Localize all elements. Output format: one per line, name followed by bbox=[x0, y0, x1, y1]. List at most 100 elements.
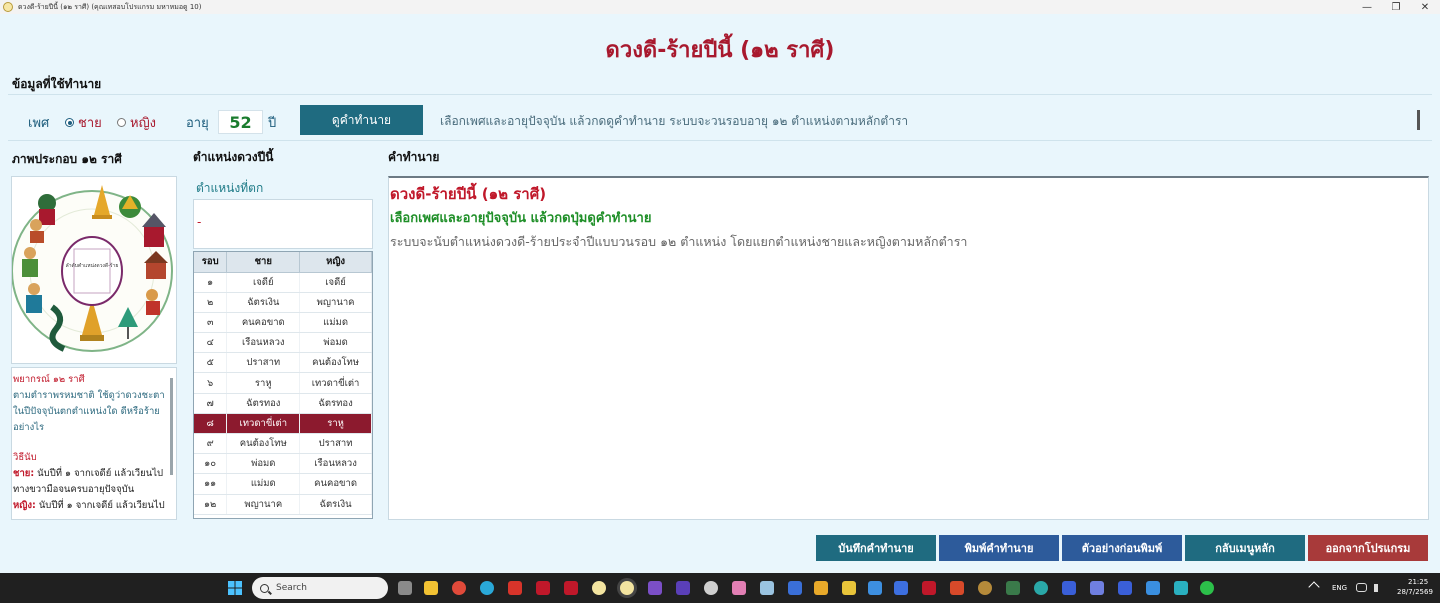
edge-icon[interactable] bbox=[480, 581, 494, 595]
table-row[interactable]: ๘เทวดาขี่เต่า ราหู bbox=[194, 413, 372, 435]
cell-round: ๑ bbox=[194, 272, 228, 293]
app-icon-3[interactable] bbox=[564, 581, 578, 595]
app-icon-9[interactable] bbox=[922, 581, 936, 595]
col-female-header[interactable]: หญิง bbox=[299, 252, 372, 273]
cell-female: พญานาค bbox=[299, 292, 372, 313]
minimize-button[interactable]: — bbox=[1352, 0, 1382, 14]
app-icon-2[interactable] bbox=[536, 581, 550, 595]
line-icon[interactable] bbox=[1200, 581, 1214, 595]
result-body: ระบบจะนับตำแหน่งดวงดี-ร้ายประจำปีแบบวนรอ… bbox=[390, 234, 968, 249]
note-scrollbar[interactable] bbox=[170, 378, 173, 475]
save-button[interactable]: บันทึกคำทำนาย bbox=[816, 535, 936, 561]
photos-icon[interactable] bbox=[732, 581, 746, 595]
table-row[interactable]: ๔เรือนหลวง พ่อมด bbox=[194, 332, 372, 354]
app-icon-12[interactable] bbox=[1006, 581, 1020, 595]
chevron-up-icon[interactable] bbox=[1308, 581, 1320, 593]
vscode-icon[interactable] bbox=[676, 581, 690, 595]
active-app-icon[interactable] bbox=[620, 581, 634, 595]
table-row[interactable]: ๑๐ พ่อมด เรือนหลวง bbox=[194, 453, 372, 475]
cell-male: คนคอขาด bbox=[226, 312, 301, 334]
chatgpt-icon[interactable] bbox=[704, 581, 718, 595]
table-row[interactable]: ๑๑ แม่มด คนคอขาด bbox=[194, 473, 372, 495]
age-label: อายุ bbox=[186, 116, 209, 131]
language-indicator[interactable]: ENG bbox=[1332, 584, 1347, 592]
app-icon-6[interactable] bbox=[814, 581, 828, 595]
visual-studio-icon[interactable] bbox=[648, 581, 662, 595]
position-table: รอบ ชาย หญิง ๑เจดีย์ เจดีย์๒ฉัตรเงิน พญานา… bbox=[193, 251, 373, 519]
female-radio[interactable]: หญิง bbox=[117, 112, 156, 133]
result-text-box[interactable]: ดวงดี-ร้ายปีนี้ (๑๒ ราศี) เลือกเพศและอาย… bbox=[388, 176, 1429, 520]
table-row[interactable]: ๕ปราสาท คนต้องโทษ bbox=[194, 352, 372, 374]
calculator-icon[interactable] bbox=[760, 581, 774, 595]
gender-label: เพศ bbox=[28, 116, 50, 131]
cell-round: ๒ bbox=[194, 292, 228, 313]
app-icon-13[interactable] bbox=[1034, 581, 1048, 595]
chrome-icon[interactable] bbox=[452, 581, 466, 595]
cell-round: ๗ bbox=[194, 393, 228, 414]
col-male-header[interactable]: ชาย bbox=[226, 252, 301, 273]
network-icon[interactable] bbox=[1356, 583, 1367, 592]
note-female-text: นับปีที่ ๑ จากเจดีย์ แล้วเวียนไป bbox=[35, 500, 165, 511]
table-header-row: รอบ ชาย หญิง bbox=[194, 252, 372, 273]
windows-start-icon[interactable] bbox=[228, 581, 242, 595]
app-icon-5[interactable] bbox=[788, 581, 802, 595]
cell-round: ๓ bbox=[194, 312, 228, 334]
preview-button[interactable]: ตัวอย่างก่อนพิมพ์ bbox=[1062, 535, 1182, 561]
app-icon-11[interactable] bbox=[978, 581, 992, 595]
predict-button[interactable]: ดูคำทำนาย bbox=[300, 105, 423, 135]
close-button[interactable]: ✕ bbox=[1410, 0, 1440, 14]
app-icon-15[interactable] bbox=[1090, 581, 1104, 595]
position-label: ตำแหน่งที่ตก bbox=[196, 181, 264, 195]
man-icon bbox=[22, 247, 38, 277]
cell-female: คนคอขาด bbox=[299, 473, 372, 495]
cell-female: ปราสาท bbox=[299, 433, 372, 455]
table-row[interactable]: ๖ราหู เทวดาขี่เต่า bbox=[194, 372, 372, 394]
cell-male: เรือนหลวง bbox=[226, 332, 301, 354]
table-row[interactable]: ๒ฉัตรเงิน พญานาค bbox=[194, 292, 372, 313]
app-icon-8[interactable] bbox=[894, 581, 908, 595]
app-icon-4[interactable] bbox=[592, 581, 606, 595]
table-row[interactable]: ๙คนต้องโทษ ปราสาท bbox=[194, 433, 372, 455]
woman-icon bbox=[26, 283, 42, 313]
task-view-icon[interactable] bbox=[398, 581, 412, 595]
cell-male: ฉัตรเงิน bbox=[226, 292, 301, 313]
main-menu-button[interactable]: กลับเมนูหลัก bbox=[1185, 535, 1305, 561]
info-section-label: ข้อมูลที่ใช้ทำนาย bbox=[12, 77, 102, 91]
zodiac-note-box[interactable]: พยากรณ์ ๑๒ ราศี ตามตำราพรหมชาติ ใช้ดูว่า… bbox=[11, 367, 177, 520]
result-title: ดวงดี-ร้ายปีนี้ (๑๒ ราศี) bbox=[390, 185, 547, 203]
cell-female: ฉัตรทอง bbox=[299, 393, 372, 414]
print-button[interactable]: พิมพ์คำทำนาย bbox=[939, 535, 1059, 561]
app-icon-18[interactable] bbox=[1174, 581, 1188, 595]
maximize-button[interactable]: ❐ bbox=[1381, 0, 1411, 14]
file-explorer-icon[interactable] bbox=[424, 581, 438, 595]
col-round-header[interactable]: รอบ bbox=[194, 252, 228, 273]
exit-button[interactable]: ออกจากโปรแกรม bbox=[1308, 535, 1428, 561]
table-row[interactable]: ๓คนคอขาด แม่มด bbox=[194, 312, 372, 334]
wheel-center-text: ลำดับตำแหน่งดวงดี-ร้าย bbox=[66, 262, 119, 269]
app-icon-10[interactable] bbox=[950, 581, 964, 595]
table-row[interactable]: ๗ฉัตรทอง ฉัตรทอง bbox=[194, 393, 372, 414]
radio-checked-icon bbox=[65, 118, 74, 127]
deity-icon bbox=[38, 194, 56, 225]
clock-date[interactable]: 28/7/2569 bbox=[1397, 588, 1433, 596]
app-icon-7[interactable] bbox=[842, 581, 856, 595]
note-male-text: นับปีที่ ๑ จากเจดีย์ แล้วเวียนไปทางขวามื… bbox=[13, 468, 164, 495]
cell-male: เจดีย์ bbox=[226, 272, 301, 293]
volume-icon[interactable] bbox=[1374, 584, 1380, 592]
notepad-icon[interactable] bbox=[868, 581, 882, 595]
cell-male: ฉัตรทอง bbox=[226, 393, 301, 414]
page-title: ดวงดี-ร้ายปีนี้ (๑๒ ราศี) bbox=[605, 38, 835, 63]
clock-time[interactable]: 21:25 bbox=[1408, 578, 1428, 586]
app-icon-16[interactable] bbox=[1118, 581, 1132, 595]
app-icon-1[interactable] bbox=[508, 581, 522, 595]
table-row[interactable]: ๑๒ พญานาค ฉัตรเงิน bbox=[194, 494, 372, 515]
age-input[interactable] bbox=[218, 110, 263, 134]
male-radio[interactable]: ชาย bbox=[65, 112, 102, 133]
section-divider bbox=[8, 94, 1432, 95]
table-row[interactable]: ๑เจดีย์ เจดีย์ bbox=[194, 272, 372, 293]
app-icon-17[interactable] bbox=[1146, 581, 1160, 595]
taskbar-search[interactable]: Search bbox=[252, 577, 388, 599]
app-icon-14[interactable] bbox=[1062, 581, 1076, 595]
cell-round: ๖ bbox=[194, 372, 228, 394]
cell-female: เรือนหลวง bbox=[299, 453, 372, 475]
